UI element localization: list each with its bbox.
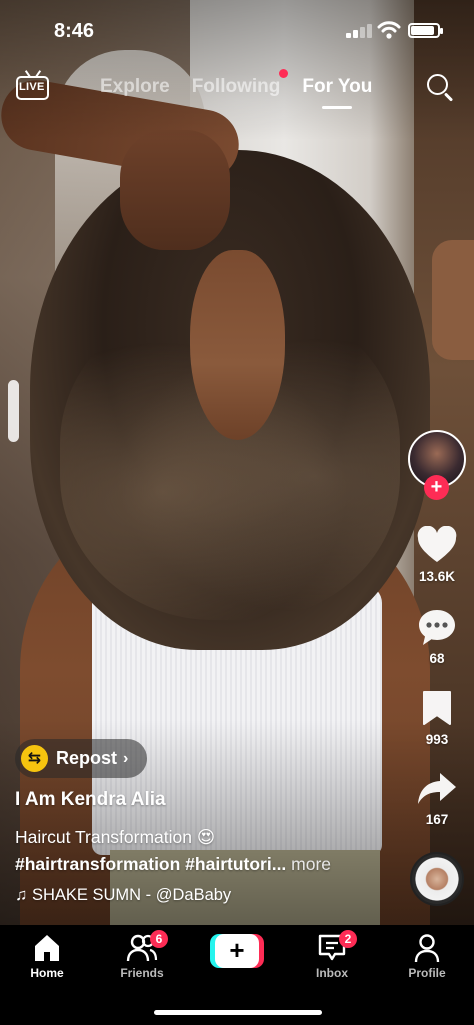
nav-profile-label: Profile: [408, 966, 446, 980]
nav-inbox[interactable]: 2 Inbox: [292, 930, 372, 980]
repost-button[interactable]: ⇆ Repost ›: [15, 739, 147, 778]
comment-icon[interactable]: [417, 608, 457, 648]
wifi-icon: [377, 21, 401, 39]
more-link[interactable]: more: [291, 854, 331, 874]
person-face: [190, 250, 285, 440]
tab-following[interactable]: Following: [192, 76, 281, 106]
like-count: 13.6K: [418, 569, 456, 584]
share-count: 167: [425, 812, 449, 827]
comment-count: 68: [429, 651, 445, 666]
background-chair: [432, 240, 474, 360]
home-icon: [35, 935, 59, 961]
search-icon[interactable]: [426, 73, 456, 103]
friends-badge: 6: [150, 930, 168, 948]
bookmark-icon[interactable]: [421, 690, 453, 726]
tab-for-you[interactable]: For You: [302, 76, 372, 109]
bottom-nav: Home 6 Friends + 2 Inbox Profile: [0, 925, 474, 1025]
heart-icon[interactable]: [417, 526, 457, 566]
following-notification-dot: [279, 69, 288, 78]
tab-explore[interactable]: Explore: [100, 76, 170, 106]
video-player[interactable]: [0, 0, 474, 925]
battery-icon: [408, 23, 443, 38]
save-count: 993: [425, 732, 449, 747]
post-hashtags[interactable]: #hairtransformation #hairtutori... more: [15, 854, 331, 875]
repost-label: Repost: [56, 748, 118, 768]
clock: 8:46: [54, 20, 95, 42]
nav-inbox-label: Inbox: [316, 966, 348, 980]
stylist-hand: [120, 130, 230, 250]
progress-scrubber[interactable]: [8, 380, 19, 442]
chevron-right-icon: ›: [123, 749, 129, 767]
profile-icon: [414, 934, 440, 963]
sound-disc[interactable]: [410, 852, 464, 906]
author-name[interactable]: I Am Kendra Alia: [15, 789, 166, 811]
status-bar: 8:46: [0, 0, 474, 62]
post-caption: Haircut Transformation 😍: [15, 827, 216, 847]
cellular-signal-icon: [346, 24, 372, 38]
live-button[interactable]: LIVE: [16, 70, 50, 102]
home-indicator: [154, 1010, 322, 1015]
share-icon[interactable]: [416, 771, 458, 807]
plus-icon: +: [215, 934, 259, 968]
hashtag-text[interactable]: #hairtransformation #hairtutori...: [15, 854, 286, 874]
follow-button[interactable]: +: [424, 475, 449, 500]
inbox-badge: 2: [339, 930, 357, 948]
live-label: LIVE: [19, 81, 45, 93]
nav-home[interactable]: Home: [7, 933, 87, 980]
nav-friends[interactable]: 6 Friends: [102, 930, 182, 980]
nav-profile[interactable]: Profile: [387, 933, 467, 980]
create-button[interactable]: +: [210, 934, 264, 968]
nav-friends-label: Friends: [120, 966, 164, 980]
nav-home-label: Home: [30, 966, 64, 980]
repost-icon: ⇆: [21, 745, 48, 772]
feed-tabs: Explore Following For You: [100, 76, 372, 109]
sound-title[interactable]: ♫ SHAKE SUMN - @DaBaby: [15, 886, 231, 905]
